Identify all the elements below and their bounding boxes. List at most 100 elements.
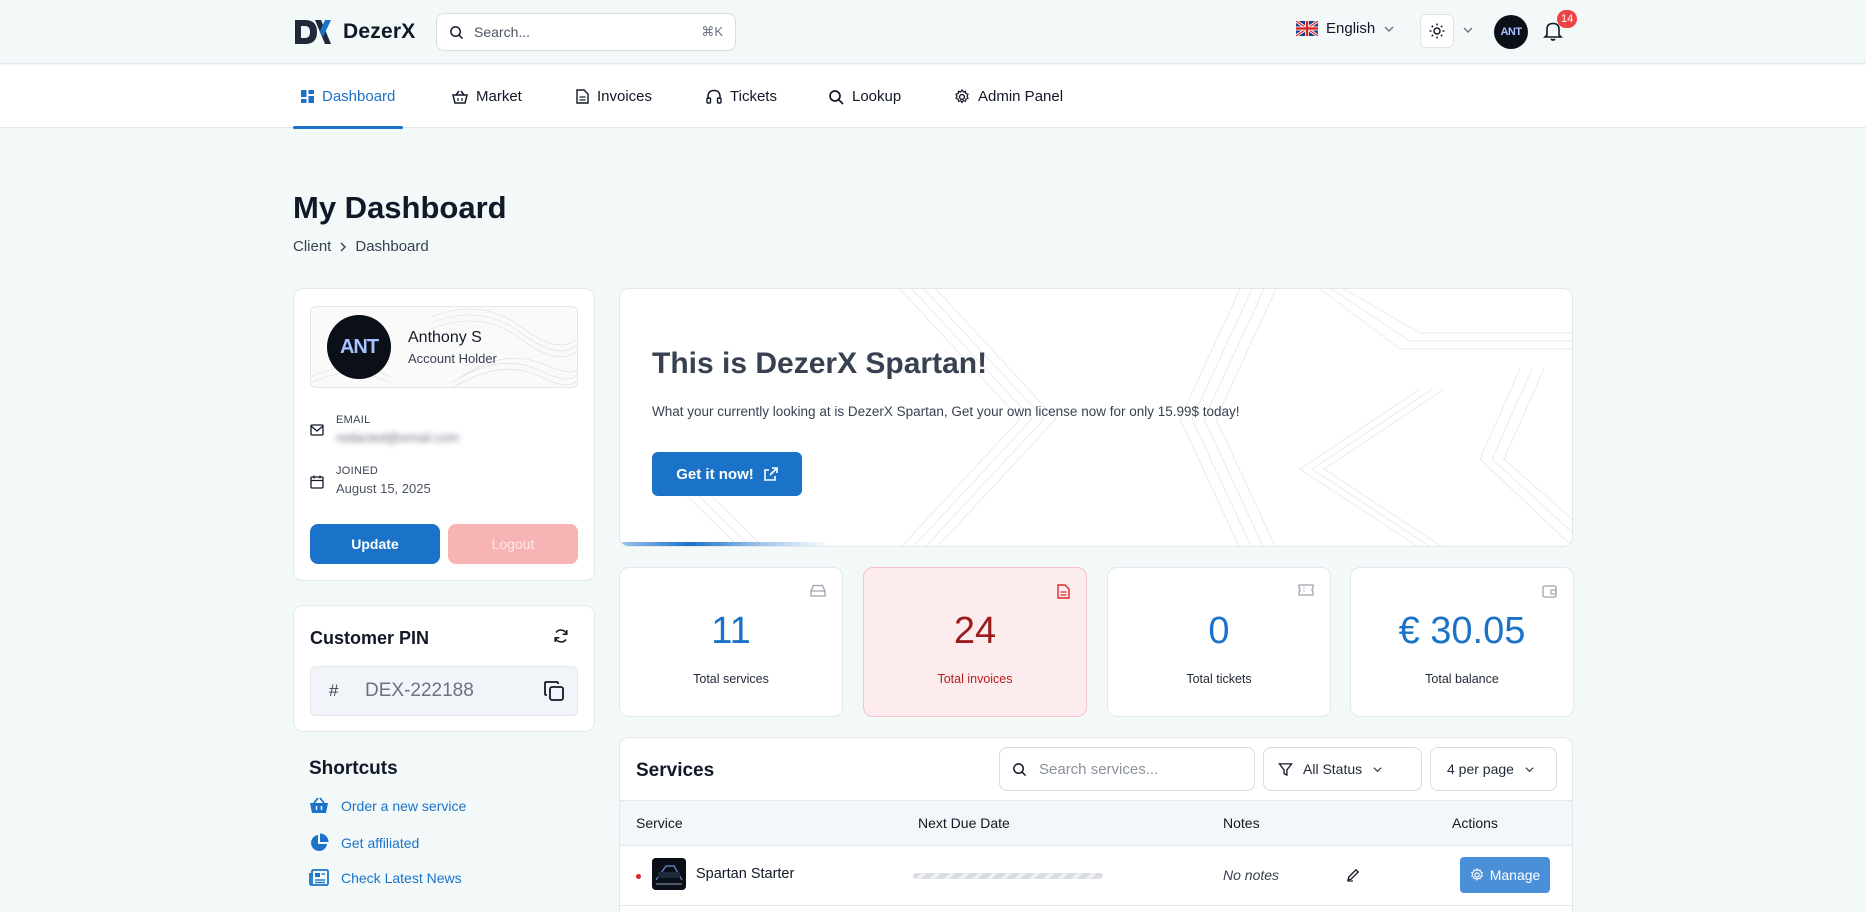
- shortcut-get-affiliated[interactable]: Get affiliated: [309, 833, 419, 853]
- stat-total-balance[interactable]: € 30.05 Total balance: [1350, 567, 1574, 717]
- logout-button[interactable]: Logout: [448, 524, 578, 564]
- profile-role: Account Holder: [408, 351, 497, 366]
- profile-avatar: ANT: [327, 315, 391, 379]
- ticket-icon: [1298, 584, 1314, 596]
- search-input[interactable]: [474, 24, 692, 40]
- email-value: redacted@email.com: [336, 430, 460, 445]
- promo-banner: This is DezerX Spartan! What your curren…: [619, 288, 1573, 547]
- tab-market[interactable]: Market: [452, 65, 522, 128]
- stat-total-services[interactable]: 11 Total services: [619, 567, 843, 717]
- search-icon: [1013, 762, 1027, 776]
- wallet-icon: [1542, 585, 1557, 598]
- column-header: Next Due Date: [918, 815, 1010, 831]
- status-dot: [636, 874, 641, 879]
- tab-admin-panel[interactable]: Admin Panel: [954, 65, 1063, 128]
- newspaper-icon: [309, 869, 329, 886]
- joined-label: JOINED: [336, 465, 379, 477]
- stat-value: 0: [1208, 610, 1230, 652]
- shortcuts-title: Shortcuts: [309, 758, 398, 779]
- stat-value: 24: [953, 610, 997, 652]
- get-it-now-button[interactable]: Get it now!: [652, 452, 802, 496]
- stat-total-invoices[interactable]: 24 Total invoices: [863, 567, 1087, 717]
- language-selector[interactable]: English: [1296, 20, 1395, 37]
- breadcrumb-dashboard: Dashboard: [355, 238, 429, 255]
- drive-icon: [810, 584, 826, 597]
- status-filter-select[interactable]: All Status: [1263, 747, 1422, 791]
- basket-icon: [310, 797, 328, 813]
- chevron-right-icon: [340, 242, 347, 251]
- copy-icon[interactable]: [543, 680, 565, 702]
- tab-invoices[interactable]: Invoices: [576, 65, 652, 128]
- stat-label: Total balance: [1425, 672, 1499, 686]
- banner-text: What your currently looking at is DezerX…: [652, 404, 1240, 419]
- document-icon: [576, 89, 589, 104]
- theme-toggle-button[interactable]: [1420, 14, 1454, 48]
- services-table-header: Service Next Due Date Notes Actions: [620, 800, 1572, 846]
- basket-icon: [452, 90, 468, 104]
- refresh-icon[interactable]: [553, 628, 569, 644]
- page-title: My Dashboard: [293, 190, 507, 225]
- table-row: Spartan Starter No notes Manage: [620, 846, 1572, 906]
- external-link-icon: [763, 467, 778, 481]
- notification-badge: 14: [1557, 10, 1578, 28]
- email-row: EMAIL redacted@email.com: [310, 414, 459, 445]
- calendar-icon: [310, 475, 324, 489]
- mail-icon: [310, 424, 324, 436]
- search-shortcut: ⌘K: [701, 24, 723, 39]
- search-icon: [829, 89, 844, 105]
- avatar[interactable]: ANT: [1494, 15, 1528, 49]
- gear-icon: [955, 88, 969, 104]
- manage-button[interactable]: Manage: [1460, 857, 1550, 893]
- chevron-down-icon: [1525, 766, 1534, 772]
- main-nav: Dashboard Market Invoices Tickets Lookup…: [0, 65, 1866, 129]
- stat-value: 11: [711, 610, 751, 652]
- column-header: Notes: [1223, 815, 1260, 831]
- column-header: Service: [636, 815, 683, 831]
- chevron-down-icon: [1384, 26, 1394, 32]
- service-notes: No notes: [1223, 867, 1280, 883]
- update-button[interactable]: Update: [310, 524, 440, 564]
- per-page-select[interactable]: 4 per page: [1430, 747, 1557, 791]
- global-search[interactable]: ⌘K: [436, 13, 736, 51]
- service-name[interactable]: Spartan Starter: [696, 866, 794, 882]
- shortcut-latest-news[interactable]: Check Latest News: [309, 869, 462, 886]
- banner-progress-bar: [620, 542, 830, 546]
- services-search-input[interactable]: [1039, 760, 1242, 778]
- dezerx-logo-icon: [295, 20, 331, 44]
- tab-dashboard[interactable]: Dashboard: [293, 65, 404, 129]
- spartan-logo-icon: [652, 858, 686, 890]
- invoice-icon: [1057, 584, 1070, 599]
- column-header: Actions: [1452, 815, 1498, 831]
- stat-value: € 30.05: [1398, 610, 1526, 652]
- stat-label: Total invoices: [937, 672, 1013, 686]
- brand-name: DezerX: [343, 20, 416, 43]
- pin-box: # DEX-222188: [310, 666, 578, 716]
- profile-header: ANT Anthony S Account Holder: [310, 306, 578, 388]
- stat-total-tickets[interactable]: 0 Total tickets: [1107, 567, 1331, 717]
- shortcut-order-service[interactable]: Order a new service: [309, 797, 466, 814]
- dashboard-icon: [301, 90, 314, 103]
- pencil-icon[interactable]: [1346, 868, 1360, 882]
- headset-icon: [706, 89, 722, 104]
- chevron-down-icon[interactable]: [1462, 24, 1474, 36]
- profile-card: ANT Anthony S Account Holder EMAIL redac…: [293, 288, 595, 581]
- tab-tickets[interactable]: Tickets: [706, 65, 777, 128]
- search-icon: [450, 25, 464, 39]
- stat-label: Total services: [693, 672, 769, 686]
- gear-icon: [1470, 868, 1483, 881]
- pie-chart-icon: [311, 833, 329, 851]
- language-label: English: [1326, 20, 1376, 37]
- customer-pin-card: Customer PIN # DEX-222188: [293, 605, 595, 732]
- services-search[interactable]: [999, 747, 1255, 791]
- joined-row: JOINED August 15, 2025: [310, 465, 431, 496]
- pin-hash: #: [329, 681, 339, 700]
- pin-value: DEX-222188: [365, 680, 474, 701]
- tab-lookup[interactable]: Lookup: [828, 65, 901, 128]
- breadcrumb: Client Dashboard: [293, 238, 429, 255]
- brand-logo[interactable]: DezerX: [293, 17, 415, 47]
- pin-title: Customer PIN: [310, 628, 430, 648]
- uk-flag-icon: [1296, 21, 1318, 36]
- email-label: EMAIL: [336, 414, 371, 426]
- breadcrumb-client[interactable]: Client: [293, 238, 331, 255]
- sun-icon: [1429, 23, 1445, 39]
